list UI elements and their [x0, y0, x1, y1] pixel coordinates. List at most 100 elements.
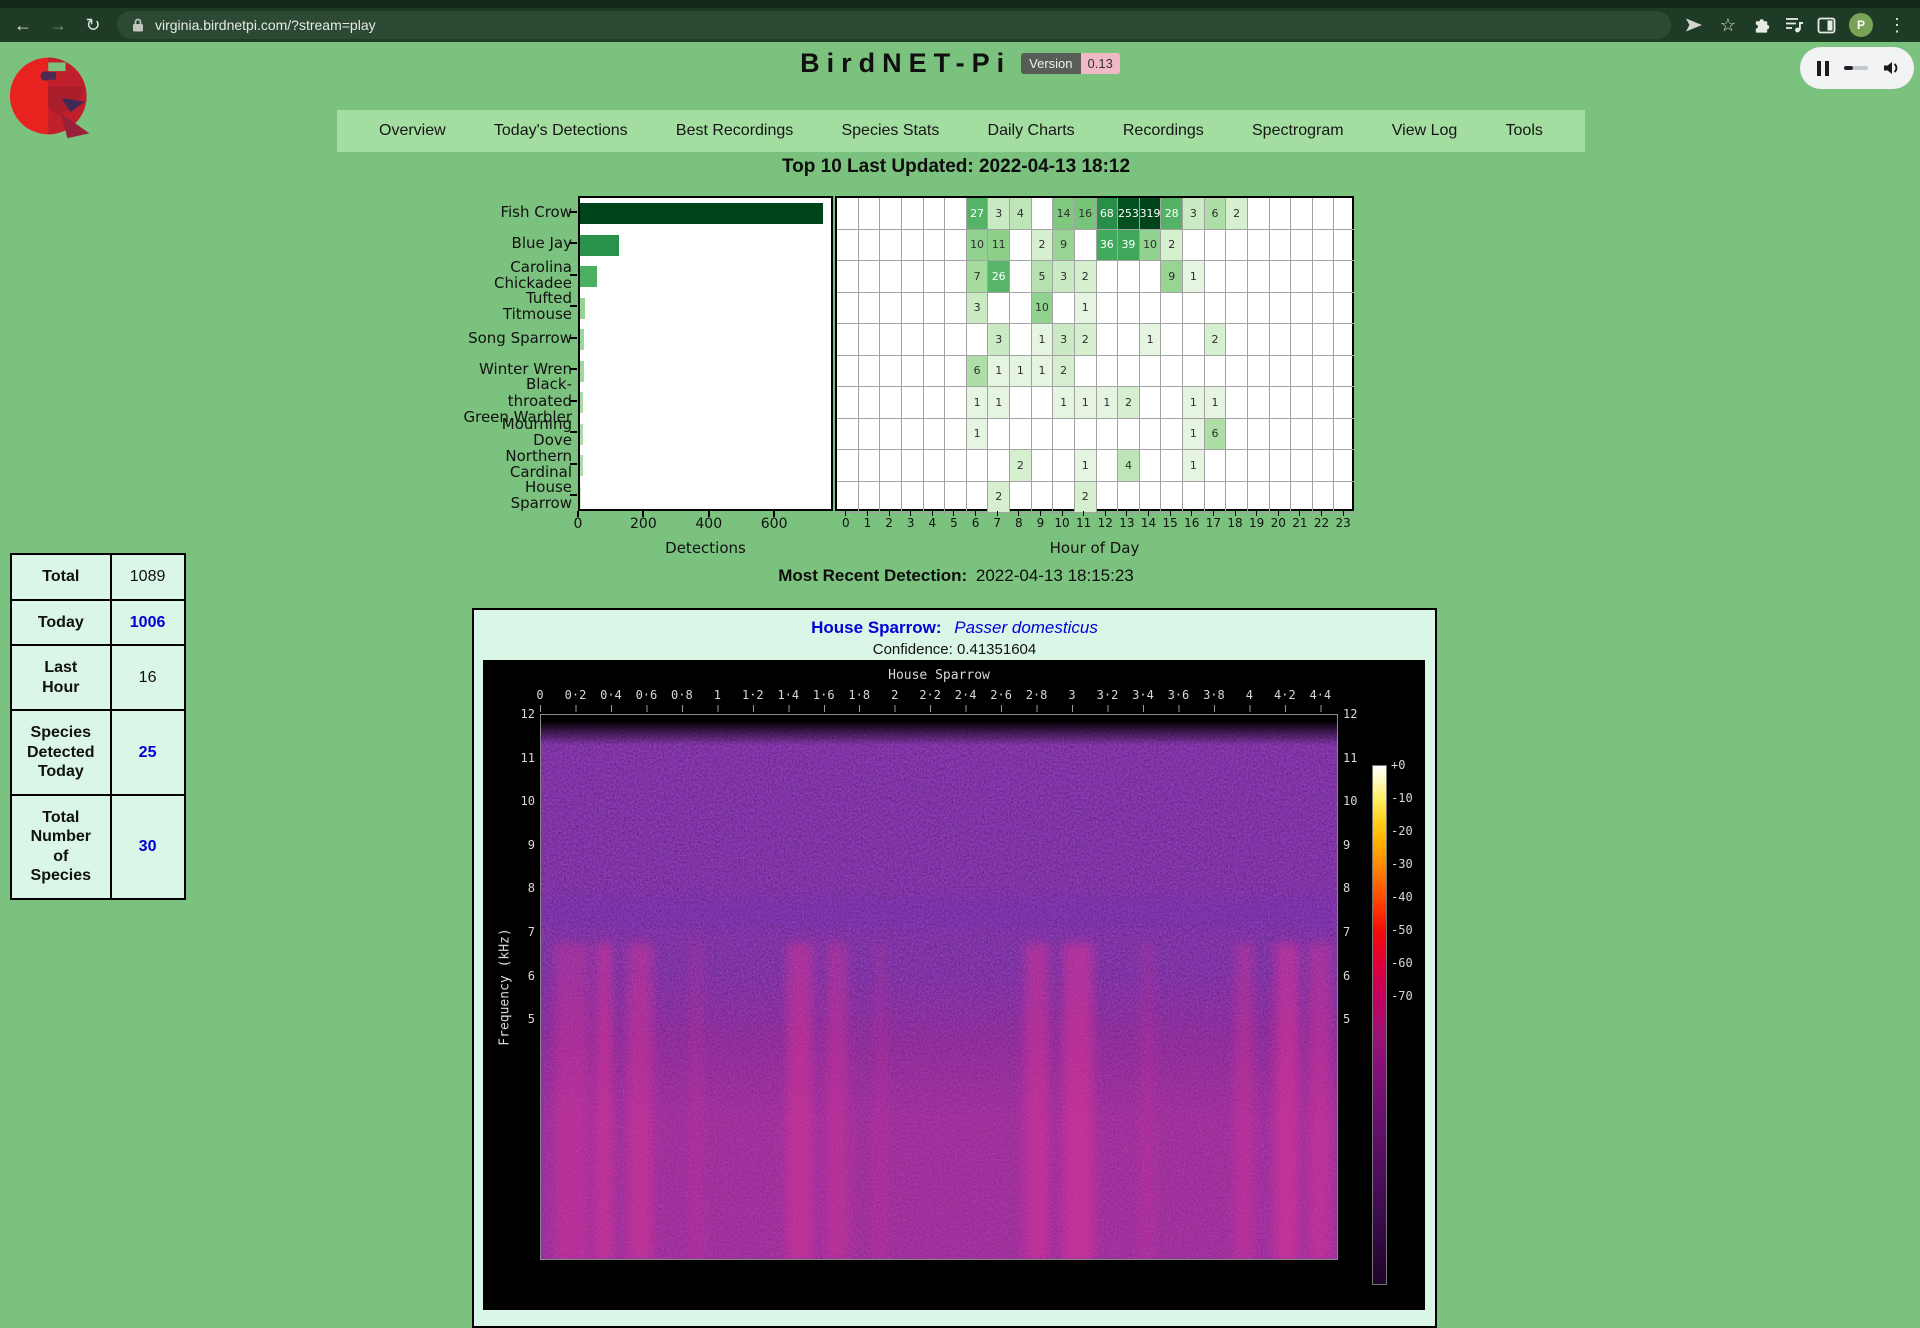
heatmap-cell — [1097, 419, 1119, 451]
stats-value[interactable]: 25 — [111, 710, 185, 795]
colorbar-tick-label: -30 — [1391, 857, 1413, 871]
reload-icon[interactable]: ↻ — [82, 16, 104, 34]
heatmap-cell — [1118, 261, 1140, 293]
volume-icon[interactable] — [1882, 59, 1902, 77]
nav-item-view-log[interactable]: View Log — [1392, 122, 1458, 140]
heatmap-cell — [1053, 419, 1075, 451]
recent-detection-label: Most Recent Detection: — [778, 566, 967, 585]
hour-tick-label: 7 — [993, 516, 1001, 530]
back-icon[interactable]: ← — [12, 16, 34, 34]
heatmap-cell — [1270, 324, 1292, 356]
detections-bar — [580, 361, 584, 382]
heatmap-cell: 11 — [988, 230, 1010, 262]
menu-icon[interactable]: ⋮ — [1886, 16, 1908, 34]
url-bar[interactable]: virginia.birdnetpi.com/?stream=play — [117, 11, 1671, 39]
heatmap-cell — [1053, 450, 1075, 482]
media-controls-icon[interactable] — [1784, 16, 1804, 34]
spectrogram-streak — [1025, 943, 1049, 1260]
colorbar-tick-label: -10 — [1391, 791, 1413, 805]
heatmap-cell — [1010, 230, 1032, 262]
heatmap-cell — [1161, 293, 1183, 325]
time-tick-label: 1 — [714, 688, 721, 702]
profile-avatar[interactable]: P — [1849, 13, 1873, 37]
stats-row: Total Number of Species30 — [11, 795, 185, 899]
heatmap-cell — [1183, 324, 1205, 356]
heatmap-cell — [902, 198, 924, 230]
freq-tick-label-right: 10 — [1343, 794, 1369, 808]
freq-tick-label-right: 5 — [1343, 1012, 1369, 1026]
heatmap-cell — [1097, 293, 1119, 325]
heatmap-cell — [1270, 450, 1292, 482]
heatmap-cell — [1248, 450, 1270, 482]
heatmap-cell — [1097, 450, 1119, 482]
pause-icon[interactable] — [1817, 61, 1829, 76]
spectrogram-top-fade — [541, 715, 1338, 745]
heatmap-cell: 9 — [1161, 261, 1183, 293]
heatmap-cell — [1313, 198, 1335, 230]
spectrogram-streak — [627, 943, 653, 1260]
browser-toolbar: ← → ↻ virginia.birdnetpi.com/?stream=pla… — [0, 8, 1920, 42]
heatmap-cell — [1313, 261, 1335, 293]
colorbar-tick-label: -20 — [1391, 824, 1413, 838]
heatmap-cell — [924, 387, 946, 419]
nav-item-daily-charts[interactable]: Daily Charts — [988, 122, 1075, 140]
heatmap-cell — [880, 356, 902, 388]
hour-tick-label: 9 — [1037, 516, 1045, 530]
nav-item-tools[interactable]: Tools — [1506, 122, 1543, 140]
recent-detection-value: 2022-04-13 18:15:23 — [976, 566, 1134, 585]
freq-tick-label: 10 — [509, 794, 535, 808]
heatmap-cell: 1 — [1183, 450, 1205, 482]
species-link[interactable]: House Sparrow: — [811, 618, 941, 637]
freq-tick-label: 6 — [509, 969, 535, 983]
heatmap-cell — [988, 293, 1010, 325]
heatmap-cell — [1010, 261, 1032, 293]
nav-item-today-s-detections[interactable]: Today's Detections — [494, 122, 628, 140]
heatmap-cell: 2 — [1205, 324, 1227, 356]
heatmap-cell: 2 — [1075, 261, 1097, 293]
heatmap-cell — [880, 419, 902, 451]
nav-item-spectrogram[interactable]: Spectrogram — [1252, 122, 1344, 140]
heatmap-cell — [1032, 198, 1054, 230]
heatmap-cell — [1313, 482, 1335, 514]
heatmap-cell: 2 — [1118, 387, 1140, 419]
stats-value[interactable]: 30 — [111, 795, 185, 899]
audio-player[interactable] — [1800, 47, 1914, 89]
heatmap-cell — [967, 450, 989, 482]
heatmap-cell: 10 — [1032, 293, 1054, 325]
heatmap-cell — [1010, 482, 1032, 514]
time-tick-label: 3 — [1068, 688, 1075, 702]
heatmap-cell — [1097, 324, 1119, 356]
heatmap-cell — [1010, 293, 1032, 325]
seek-bar[interactable] — [1844, 66, 1868, 70]
heatmap-cell — [1140, 482, 1162, 514]
nav-item-recordings[interactable]: Recordings — [1123, 122, 1204, 140]
time-tick-label: 4·4 — [1309, 688, 1331, 702]
heatmap-cell: 36 — [1097, 230, 1119, 262]
send-icon[interactable] — [1684, 16, 1704, 34]
freq-tick-label: 9 — [509, 838, 535, 852]
time-tick-label: 0·8 — [671, 688, 693, 702]
extensions-icon[interactable] — [1752, 16, 1771, 35]
stats-value[interactable]: 1006 — [111, 600, 185, 646]
heatmap-cell — [1140, 450, 1162, 482]
spectrogram-plot — [540, 714, 1338, 1260]
heatmap-cell — [902, 230, 924, 262]
nav-item-species-stats[interactable]: Species Stats — [841, 122, 939, 140]
side-panel-icon[interactable] — [1817, 17, 1836, 34]
forward-icon[interactable]: → — [47, 16, 69, 34]
hour-tick-label: 14 — [1141, 516, 1156, 530]
nav-item-overview[interactable]: Overview — [379, 122, 446, 140]
heatmap-cell — [1226, 261, 1248, 293]
spectrogram-streak — [1141, 943, 1153, 1260]
bookmark-star-icon[interactable]: ☆ — [1717, 16, 1739, 34]
y-axis-tick — [570, 305, 577, 307]
detections-bar — [580, 424, 583, 445]
hour-tick-label: 1 — [864, 516, 872, 530]
heatmap-cell: 2 — [988, 482, 1010, 514]
heatmap-cell — [859, 293, 881, 325]
spectrogram-streak — [827, 943, 847, 1260]
species-label: Blue Jay — [440, 228, 572, 260]
heatmap-cell — [1183, 482, 1205, 514]
nav-item-best-recordings[interactable]: Best Recordings — [676, 122, 793, 140]
heatmap-cell: 2 — [1053, 356, 1075, 388]
